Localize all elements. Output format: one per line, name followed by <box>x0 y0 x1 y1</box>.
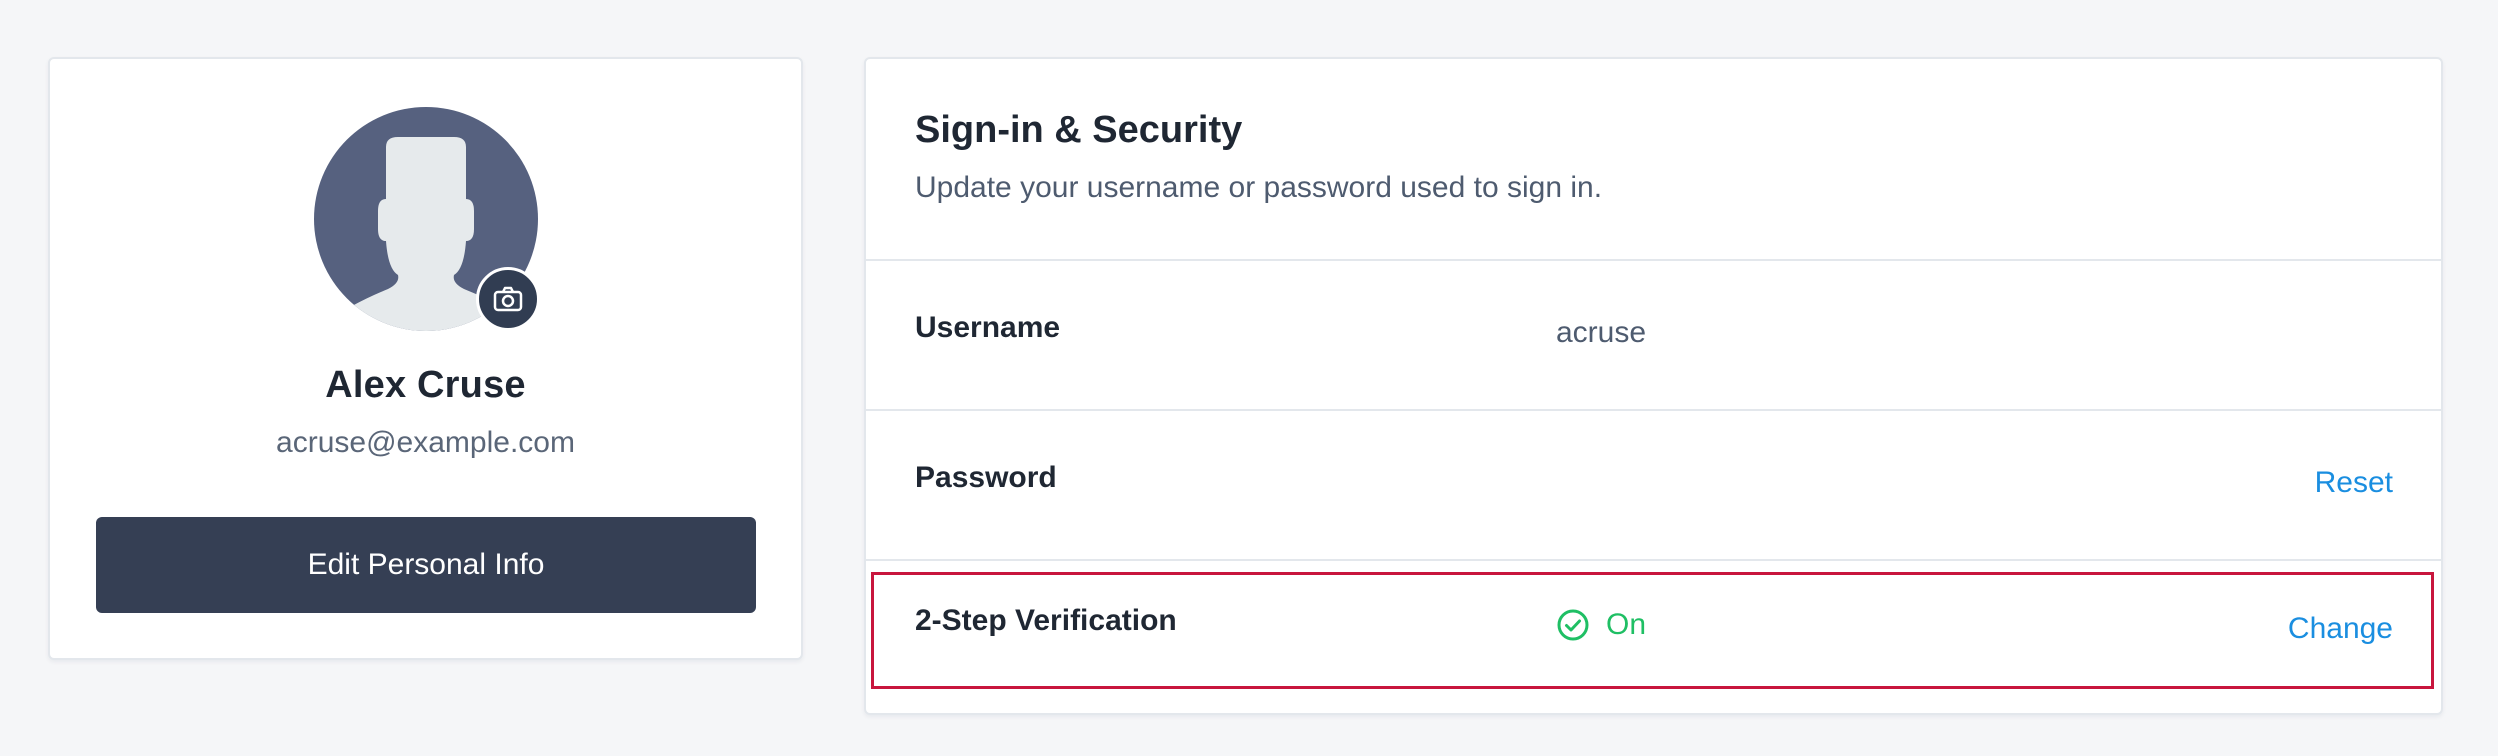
change-photo-button[interactable] <box>476 267 540 331</box>
avatar-wrap <box>314 107 540 331</box>
security-card: Sign-in & Security Update your username … <box>864 57 2443 715</box>
password-label: Password <box>915 461 1057 494</box>
two-step-verification-label: 2-Step Verification <box>915 604 1177 637</box>
camera-icon <box>493 286 523 312</box>
username-value: acruse <box>1556 316 1647 349</box>
profile-name: Alex Cruse <box>325 364 526 406</box>
password-row: Password Reset <box>866 411 2441 561</box>
section-title: Sign-in & Security <box>915 109 1243 151</box>
reset-password-link[interactable]: Reset <box>2315 466 2393 500</box>
two-step-status: On <box>1556 608 1646 642</box>
username-label: Username <box>915 311 1061 344</box>
two-step-status-text: On <box>1606 608 1647 641</box>
section-header: Sign-in & Security Update your username … <box>866 59 2441 261</box>
profile-email: acruse@example.com <box>276 426 575 459</box>
two-step-verification-row: 2-Step Verification On Change <box>866 564 2441 714</box>
section-subtitle: Update your username or password used to… <box>915 171 1603 204</box>
change-two-step-link[interactable]: Change <box>2288 612 2393 646</box>
username-row: Username acruse <box>866 261 2441 411</box>
edit-personal-info-button[interactable]: Edit Personal Info <box>96 517 756 613</box>
check-circle-icon <box>1557 609 1589 641</box>
profile-card: Alex Cruse acruse@example.com Edit Perso… <box>48 57 803 660</box>
